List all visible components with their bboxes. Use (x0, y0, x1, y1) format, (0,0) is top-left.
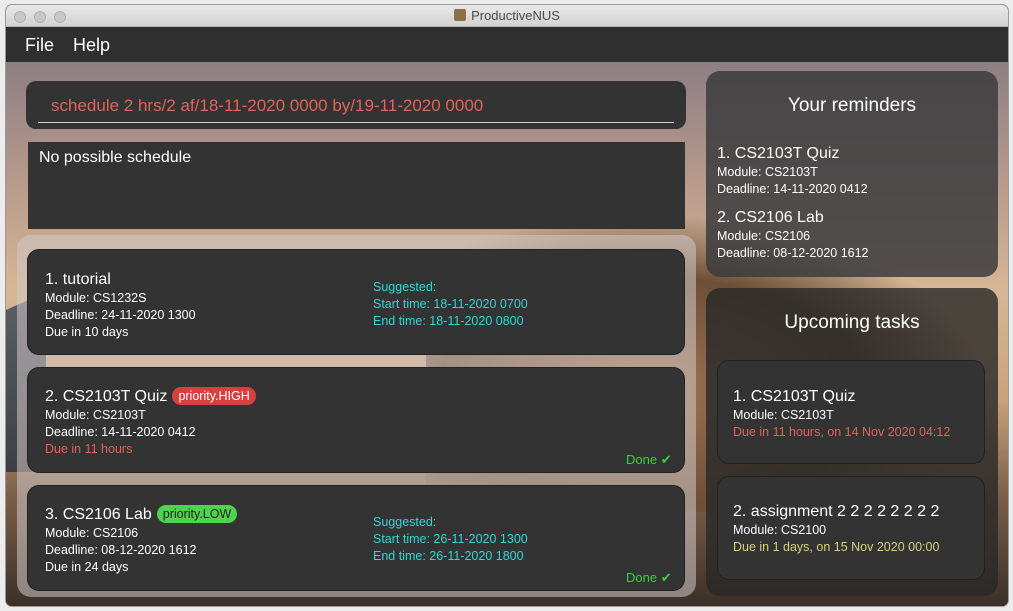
upcoming-heading: Upcoming tasks (784, 312, 920, 333)
menu-file[interactable]: File (25, 35, 54, 56)
window-title: ProductiveNUS (471, 8, 560, 23)
upcoming-card[interactable]: 1. CS2103T Quiz Module: CS2103T Due in 1… (717, 360, 985, 464)
app-window: ProductiveNUS File Help schedule 2 hrs/2… (6, 5, 1008, 606)
done-indicator: Done ✔ (626, 570, 672, 585)
task-deadline: Deadline: 14-11-2020 0412 (45, 425, 196, 439)
task-card[interactable]: 2. CS2103T Quiz priority.HIGH Module: CS2… (27, 367, 685, 473)
reminder-deadline: Deadline: 08-12-2020 1612 (717, 246, 869, 260)
upcoming-due: Due in 1 days, on 15 Nov 2020 00:00 (733, 540, 940, 554)
task-module: Module: CS2103T (45, 408, 146, 422)
task-title: 2. CS2103T Quiz (45, 388, 168, 405)
menu-help[interactable]: Help (73, 35, 110, 56)
task-suggested-end: End time: 18-11-2020 0800 (373, 314, 524, 328)
reminder-deadline: Deadline: 14-11-2020 0412 (717, 182, 868, 196)
task-suggested-start: Start time: 18-11-2020 0700 (373, 297, 528, 311)
task-module: Module: CS1232S (45, 291, 147, 305)
task-title-row: 3. CS2106 Lab priority.LOW (45, 505, 238, 524)
reminder-title: 1. CS2103T Quiz (717, 145, 840, 162)
task-deadline: Deadline: 08-12-2020 1612 (45, 543, 197, 557)
upcoming-due: Due in 11 hours, on 14 Nov 2020 04:12 (733, 425, 951, 439)
app-icon (454, 9, 467, 21)
title-bar: ProductiveNUS (6, 5, 1008, 27)
command-underline (38, 122, 674, 123)
reminder-title: 2. CS2106 Lab (717, 209, 824, 226)
menu-bar: File Help (6, 28, 1008, 62)
task-title: 3. CS2106 Lab (45, 506, 152, 523)
upcoming-title: 2. assignment 2 2 2 2 2 2 2 2 (733, 503, 940, 520)
reminder-module: Module: CS2106 (717, 229, 811, 243)
upcoming-title: 1. CS2103T Quiz (733, 388, 856, 405)
task-deadline: Deadline: 24-11-2020 1300 (45, 308, 196, 322)
task-module: Module: CS2106 (45, 526, 139, 540)
task-due: Due in 10 days (45, 325, 129, 339)
task-due: Due in 24 days (45, 560, 129, 574)
reminders-heading: Your reminders (787, 95, 917, 116)
command-box: schedule 2 hrs/2 af/18-11-2020 0000 by/1… (26, 81, 686, 129)
reminder-module: Module: CS2103T (717, 165, 818, 179)
priority-badge: priority.HIGH (172, 387, 256, 405)
task-card[interactable]: 1. tutorial Module: CS1232S Deadline: 24… (27, 249, 685, 355)
task-suggested-start: Start time: 26-11-2020 1300 (373, 532, 528, 546)
upcoming-module: Module: CS2103T (733, 408, 834, 422)
reminders-panel: Your reminders 1. CS2103T Quiz Module: C… (706, 71, 998, 277)
result-text: No possible schedule (39, 149, 192, 166)
done-indicator: Done ✔ (626, 452, 672, 467)
upcoming-panel: Upcoming tasks 1. CS2103T Quiz Module: C… (706, 288, 998, 596)
result-display: No possible schedule (28, 142, 685, 229)
task-due: Due in 11 hours (45, 442, 133, 456)
priority-badge: priority.LOW (156, 505, 238, 523)
main-content: schedule 2 hrs/2 af/18-11-2020 0000 by/1… (6, 62, 1008, 606)
window-title-wrap: ProductiveNUS (6, 8, 1008, 23)
task-suggested-label: Suggested: (373, 515, 437, 529)
task-suggested-end: End time: 26-11-2020 1800 (373, 549, 524, 563)
task-suggested-label: Suggested: (373, 280, 437, 294)
upcoming-card[interactable]: 2. assignment 2 2 2 2 2 2 2 2 Module: CS… (717, 476, 985, 580)
task-list[interactable]: 1. tutorial Module: CS1232S Deadline: 24… (17, 235, 696, 597)
task-title: 1. tutorial (45, 271, 111, 288)
task-card[interactable]: 3. CS2106 Lab priority.LOW Module: CS2106… (27, 485, 685, 591)
command-input[interactable]: schedule 2 hrs/2 af/18-11-2020 0000 by/1… (51, 96, 483, 116)
upcoming-module: Module: CS2100 (733, 523, 827, 537)
task-title-row: 2. CS2103T Quiz priority.HIGH (45, 387, 256, 406)
